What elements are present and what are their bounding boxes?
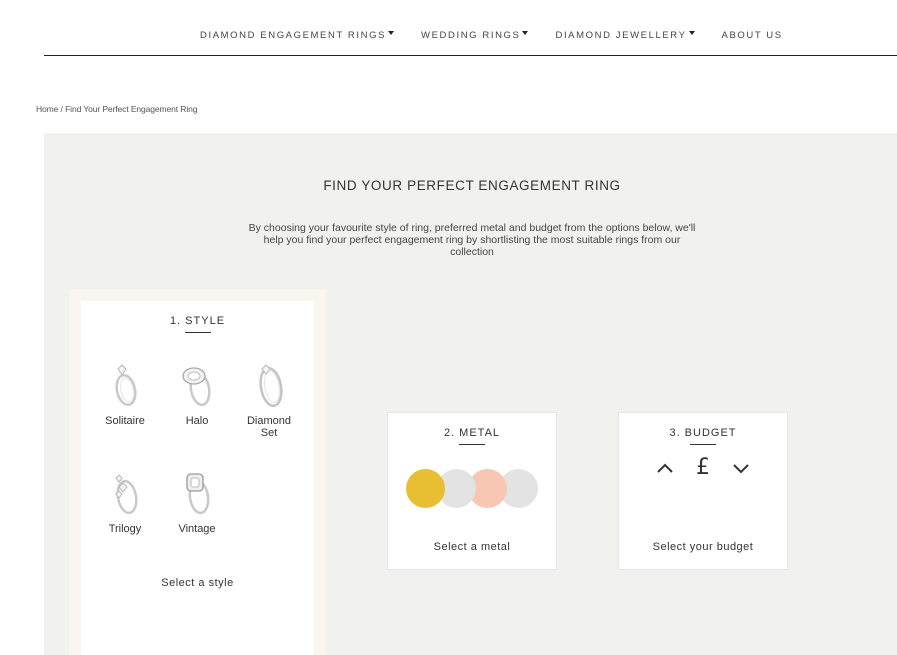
heading-underline: [459, 444, 485, 445]
style-heading: 1. STYLE: [81, 315, 314, 333]
nav-item-label: WEDDING RINGS: [421, 30, 521, 41]
nav-item-label: DIAMOND ENGAGEMENT RINGS: [200, 30, 387, 41]
style-heading-label: 1. STYLE: [169, 315, 226, 327]
metal-prompt: Select a metal: [433, 541, 511, 553]
ring-finder-panel: FIND YOUR PERFECT ENGAGEMENT RING By cho…: [44, 133, 897, 655]
style-option-trilogy[interactable]: Trilogy: [95, 467, 155, 535]
caret-down-icon: [688, 31, 695, 35]
nav-diamond-jewellery[interactable]: DIAMOND JEWELLERY: [555, 30, 695, 41]
heading-underline: [690, 444, 716, 445]
style-option-label: Halo: [185, 415, 209, 427]
style-card-frame: 1. STYLE Solitaire Halo Diamond Set Tril…: [69, 289, 326, 655]
breadcrumb: Home / Find Your Perfect Engagement Ring: [36, 104, 198, 114]
page-title: FIND YOUR PERFECT ENGAGEMENT RING: [323, 178, 621, 193]
metal-swatch-yellow-gold[interactable]: [406, 469, 445, 508]
budget-heading-label: 3. BUDGET: [669, 427, 737, 439]
style-option-label: Diamond Set: [246, 415, 292, 439]
heading-underline: [184, 332, 211, 333]
caret-down-icon: [522, 31, 529, 35]
style-option-label: Trilogy: [108, 523, 142, 535]
style-option-label: Vintage: [178, 523, 216, 535]
metal-heading-label: 2. METAL: [443, 427, 501, 439]
halo-ring-icon: [182, 367, 211, 407]
trilogy-ring-icon: [115, 474, 138, 515]
budget-card: 3. BUDGET £ Select your budget: [618, 412, 788, 570]
breadcrumb-current: Find Your Perfect Engagement Ring: [65, 104, 198, 114]
budget-heading: 3. BUDGET: [619, 427, 787, 445]
vintage-ring-icon: [186, 473, 210, 515]
nav-menu: DIAMOND ENGAGEMENT RINGS WEDDING RINGS D…: [200, 30, 783, 41]
style-prompt: Select a style: [161, 577, 234, 589]
currency-symbol: £: [696, 455, 710, 480]
style-option-vintage[interactable]: Vintage: [167, 467, 227, 535]
chevron-up-icon[interactable]: [656, 462, 674, 474]
nav-item-label: DIAMOND JEWELLERY: [555, 30, 687, 41]
budget-control: £: [619, 455, 787, 480]
style-option-halo[interactable]: Halo: [167, 357, 227, 427]
style-option-label: Solitaire: [105, 415, 145, 427]
style-option-solitaire[interactable]: Solitaire: [95, 357, 155, 427]
metal-card: 2. METAL Select a metal: [387, 412, 557, 570]
chevron-down-icon[interactable]: [732, 462, 750, 474]
nav-about-us[interactable]: ABOUT US: [722, 30, 783, 41]
caret-down-icon: [388, 31, 395, 35]
metal-heading: 2. METAL: [388, 427, 556, 445]
nav-item-label: ABOUT US: [721, 30, 783, 41]
top-navigation: DIAMOND ENGAGEMENT RINGS WEDDING RINGS D…: [0, 0, 897, 56]
nav-divider: [44, 55, 897, 56]
metal-swatches: [406, 469, 546, 509]
budget-prompt: Select your budget: [652, 541, 754, 553]
solitaire-ring-icon: [115, 364, 137, 407]
intro-text: By choosing your favourite style of ring…: [248, 222, 696, 258]
breadcrumb-home-link[interactable]: Home: [36, 104, 58, 114]
nav-wedding-rings[interactable]: WEDDING RINGS: [421, 30, 529, 41]
style-card: 1. STYLE Solitaire Halo Diamond Set Tril…: [81, 301, 314, 655]
diamond-set-ring-icon: [259, 364, 283, 408]
style-option-diamond-set[interactable]: Diamond Set: [239, 357, 299, 439]
nav-diamond-engagement-rings[interactable]: DIAMOND ENGAGEMENT RINGS: [200, 30, 395, 41]
